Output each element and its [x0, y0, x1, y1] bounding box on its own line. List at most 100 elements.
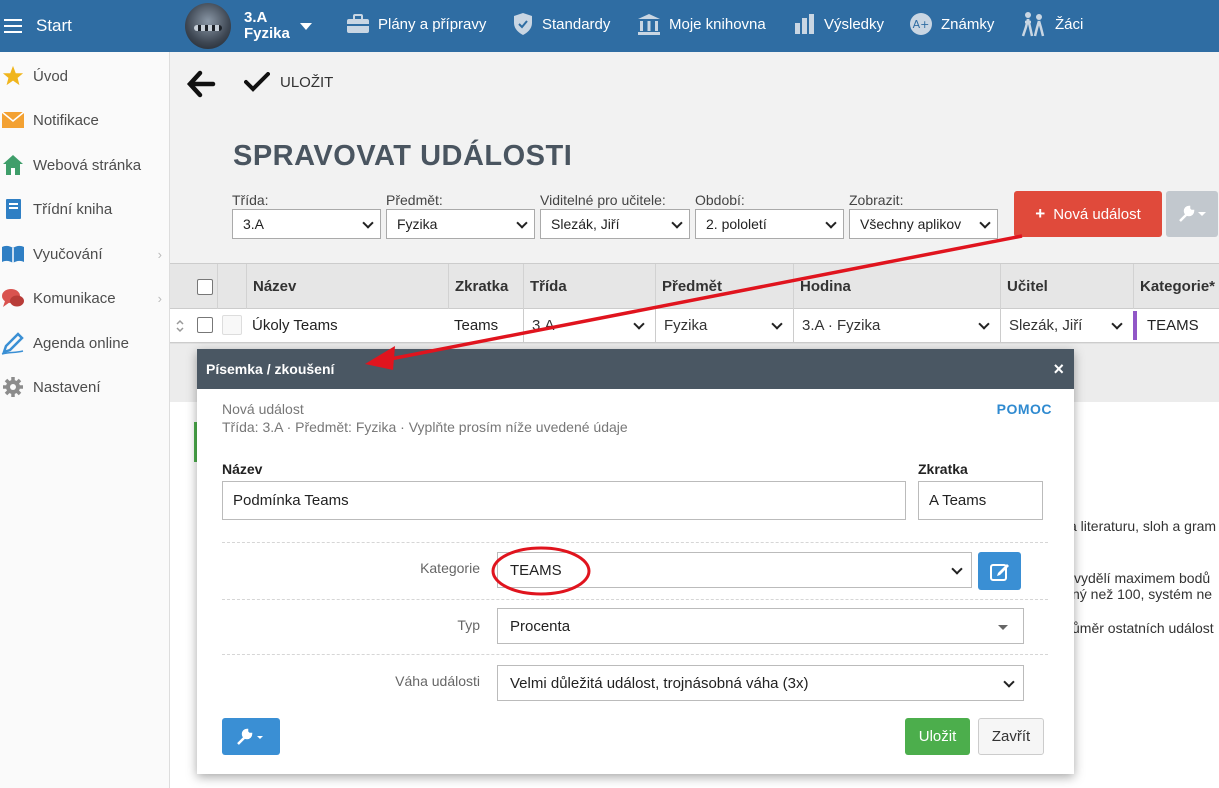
chevron-down-icon	[951, 563, 963, 575]
sidebar-item-komunikace[interactable]: Komunikace ›	[0, 282, 170, 314]
teacher-select[interactable]: Slezák, Jiří	[540, 209, 690, 239]
name-input[interactable]: Podmínka Teams	[222, 481, 906, 520]
cell-ucitel-value: Slezák, Jiří	[1009, 317, 1083, 334]
dialog-tools-button[interactable]	[222, 718, 280, 755]
sidebar-item-label: Komunikace	[33, 289, 116, 307]
sidebar-item-uvod[interactable]: Úvod	[0, 60, 170, 92]
category-select[interactable]: TEAMS	[497, 552, 972, 588]
filter-label: Třída:	[232, 192, 269, 208]
dialog-subtitle: Nová událost	[222, 401, 304, 417]
home-icon	[1, 154, 25, 176]
sidebar-item-label: Úvod	[33, 67, 69, 85]
nav-plans[interactable]: Plány a přípravy	[346, 0, 486, 48]
class-avatar	[185, 3, 231, 49]
header-ucitel[interactable]: Učitel	[1000, 264, 1133, 310]
nav-results[interactable]: Výsledky	[794, 0, 884, 48]
nav-grades[interactable]: A+ Známky	[909, 0, 994, 48]
class-switcher[interactable]: 3.A Fyzika	[185, 3, 312, 49]
back-button[interactable]	[186, 70, 216, 101]
caret-down-icon	[998, 625, 1008, 630]
nav-library[interactable]: Moje knihovna	[637, 0, 766, 48]
pencil-icon	[1, 331, 25, 355]
cell-zkratka[interactable]: Teams	[448, 309, 523, 342]
chevron-down-icon	[1111, 318, 1123, 330]
tools-menu-button[interactable]	[1166, 191, 1218, 237]
select-all-checkbox[interactable]	[197, 279, 213, 295]
type-select[interactable]: Procenta	[497, 608, 1024, 644]
nav-standards-label: Standardy	[542, 15, 611, 33]
shield-icon	[512, 12, 534, 36]
row-checkbox[interactable]	[197, 317, 213, 333]
name-label: Název	[222, 461, 263, 477]
filter-label: Období:	[695, 192, 745, 208]
dialog-close-button[interactable]: Zavřít	[978, 718, 1044, 755]
chevron-down-icon	[1003, 676, 1015, 688]
header-kategorie[interactable]: Kategorie*	[1133, 264, 1219, 310]
filter-display: Zobrazit: Všechny aplikov	[849, 192, 998, 239]
background-text-2: vydělí maximem bodů	[1074, 570, 1211, 586]
briefcase-icon	[346, 14, 370, 34]
sidebar-item-agenda-online[interactable]: Agenda online	[0, 327, 170, 359]
class-select[interactable]: 3.A	[232, 209, 381, 239]
chevron-down-icon	[771, 318, 783, 330]
start-label: Start	[36, 16, 72, 35]
chevron-down-icon	[633, 318, 645, 330]
drag-handle-icon	[176, 319, 184, 333]
edit-category-button[interactable]	[978, 552, 1021, 590]
students-icon	[1019, 11, 1047, 37]
cell-hodina-select[interactable]: 3.A · Fyzika	[793, 309, 1000, 342]
header-hodina[interactable]: Hodina	[793, 264, 1000, 310]
bar-chart-icon	[794, 14, 816, 34]
edit-icon	[989, 564, 1009, 581]
cell-predmet-value: Fyzika	[664, 317, 708, 334]
row-color-swatch[interactable]	[222, 315, 242, 335]
close-icon[interactable]: ×	[1053, 359, 1064, 380]
sidebar-item-tridni-kniha[interactable]: Třídní kniha	[0, 193, 170, 225]
cell-hodina-value: 3.A · Fyzika	[802, 317, 881, 334]
sidebar-item-label: Nastavení	[33, 378, 101, 396]
wrench-icon	[1179, 205, 1206, 222]
header-predmet[interactable]: Předmět	[655, 264, 793, 310]
weight-label: Váha události	[395, 673, 480, 689]
cell-trida-value: 3.A	[532, 317, 555, 334]
type-select-value: Procenta	[510, 617, 571, 635]
header-spacer	[217, 264, 247, 310]
display-select[interactable]: Všechny aplikov	[849, 209, 998, 239]
save-button[interactable]: ULOŽIT	[244, 72, 333, 92]
start-menu-button[interactable]: Start	[0, 0, 170, 52]
filter-label: Zobrazit:	[849, 192, 904, 208]
divider	[222, 542, 1048, 543]
weight-select[interactable]: Velmi důležitá událost, trojnásobná váha…	[497, 665, 1024, 701]
header-zkratka[interactable]: Zkratka	[448, 264, 523, 310]
arrow-left-icon	[186, 70, 216, 98]
sidebar-item-nastaveni[interactable]: Nastavení	[0, 371, 170, 403]
sidebar-item-vyucovani[interactable]: Vyučování ›	[0, 238, 170, 270]
chevron-down-icon	[825, 217, 837, 229]
cell-predmet-select[interactable]: Fyzika	[655, 309, 793, 342]
subject-select[interactable]: Fyzika	[386, 209, 535, 239]
chevron-down-icon	[979, 217, 991, 229]
header-nazev[interactable]: Název	[246, 264, 452, 310]
star-icon	[1, 65, 25, 87]
header-trida[interactable]: Třída	[523, 264, 655, 310]
cell-trida-select[interactable]: 3.A	[523, 309, 655, 342]
cell-ucitel-select[interactable]: Slezák, Jiří	[1000, 309, 1133, 342]
chevron-down-icon	[978, 318, 990, 330]
sidebar-item-webova-stranka[interactable]: Webová stránka	[0, 149, 170, 181]
dialog-save-button[interactable]: Uložit	[905, 718, 970, 755]
help-link[interactable]: POMOC	[997, 401, 1052, 417]
sidebar-item-notifikace[interactable]: Notifikace	[0, 104, 170, 136]
nav-results-label: Výsledky	[824, 15, 885, 33]
plus-icon: +	[1035, 204, 1046, 223]
filter-subject: Předmět: Fyzika	[386, 192, 535, 239]
cell-kategorie[interactable]: TEAMS	[1141, 309, 1219, 342]
nav-standards[interactable]: Standardy	[512, 0, 610, 48]
period-select[interactable]: 2. pololetí	[695, 209, 844, 239]
library-icon	[637, 13, 661, 35]
category-label: Kategorie	[420, 560, 480, 576]
new-event-button[interactable]: + Nová událost	[1014, 191, 1162, 237]
cell-nazev[interactable]: Úkoly Teams	[246, 309, 446, 342]
abbr-label: Zkratka	[918, 461, 968, 477]
nav-students[interactable]: Žáci	[1019, 0, 1083, 48]
abbr-input[interactable]: A Teams	[918, 481, 1043, 520]
